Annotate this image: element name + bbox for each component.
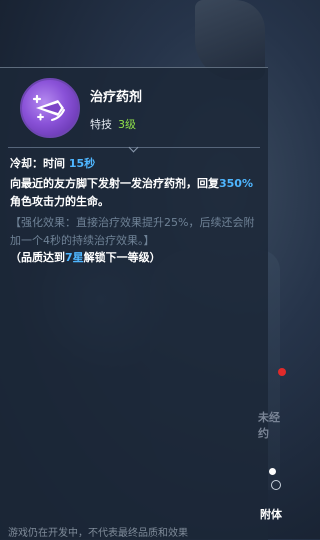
skill-type-label: 特技 bbox=[90, 118, 112, 131]
indicator-dot bbox=[269, 468, 276, 475]
enhancement-text: 【强化效果：直接治疗效果提升25%，后续还会附加一个4秒的持续治疗效果。】 bbox=[10, 216, 255, 247]
divider-chevron bbox=[128, 142, 139, 153]
potion-arrow-icon bbox=[32, 94, 65, 121]
notification-dot bbox=[278, 368, 286, 376]
quality-suffix: 解锁下一等级） bbox=[83, 251, 161, 264]
skill-type: 特技 3级 bbox=[90, 116, 136, 132]
skill-tooltip-panel: 治疗药剂 特技 3级 冷却：时间 15秒 向最近的友方脚下发射一发治疗药剂，回复3… bbox=[0, 67, 268, 540]
description-percent: 350% bbox=[219, 177, 253, 190]
side-attach-button[interactable]: 附体 bbox=[260, 506, 282, 522]
skill-level: 3级 bbox=[118, 118, 136, 131]
cooldown-text: 冷却：时间 15秒 bbox=[10, 155, 262, 173]
cooldown-value: 15秒 bbox=[68, 157, 96, 170]
description-part2: 角色攻击力的生命。 bbox=[10, 195, 109, 208]
description-part1: 向最近的友方脚下发射一发治疗药剂，回复 bbox=[10, 177, 219, 190]
development-notice: 游戏仍在开发中，不代表最终品质和效果 bbox=[8, 528, 188, 539]
skill-icon bbox=[20, 78, 80, 138]
quality-stars: 7星 bbox=[65, 251, 84, 264]
skill-description: 向最近的友方脚下发射一发治疗药剂，回复350% 角色攻击力的生命。 bbox=[10, 175, 262, 211]
quality-unlock-text: （品质达到7星解锁下一等级） bbox=[10, 249, 262, 267]
marker-icon bbox=[271, 480, 281, 490]
quality-prefix: （品质达到 bbox=[10, 251, 65, 264]
skill-name: 治疗药剂 bbox=[90, 90, 143, 105]
side-unlock-label[interactable]: 未经约 bbox=[258, 409, 286, 441]
cooldown-label: 冷却：时间 bbox=[10, 157, 65, 170]
